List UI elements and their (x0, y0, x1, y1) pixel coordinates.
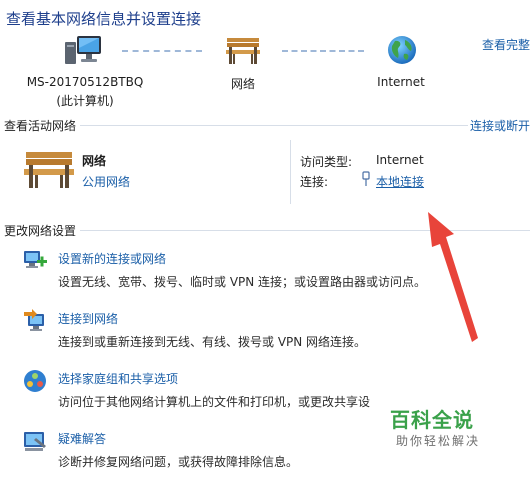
watermark: 百科全说 助你轻松解决 (382, 400, 496, 456)
link-network-internet (282, 50, 364, 52)
homegroup-sharing-link[interactable]: 选择家庭组和共享选项 (58, 370, 178, 387)
view-full-map-link[interactable]: 查看完整 (482, 36, 530, 53)
connect-network-icon (22, 308, 48, 334)
access-type-label: 访问类型: (300, 155, 353, 169)
homegroup-icon (22, 368, 48, 394)
connect-to-network-desc: 连接到或重新连接到无线、有线、拨号或 VPN 网络连接。 (58, 335, 367, 349)
computer-subtitle: (此计算机) (56, 94, 114, 108)
new-connection-icon (22, 248, 48, 274)
watermark-title: 百科全说 (390, 408, 474, 432)
watermark-subtitle: 助你轻松解决 (396, 434, 481, 448)
panel-separator (290, 140, 291, 204)
troubleshoot-desc: 诊断并修复网络问题，或获得故障排除信息。 (58, 455, 299, 469)
setup-new-connection-desc: 设置无线、宽带、拨号、临时或 VPN 连接；或设置路由器或访问点。 (58, 275, 427, 289)
internet-node-label: Internet (377, 75, 425, 89)
link-computer-network (122, 50, 202, 52)
change-settings-title: 更改网络设置 (4, 224, 77, 238)
park-bench-icon[interactable] (224, 36, 262, 66)
homegroup-sharing-desc: 访问位于其他网络计算机上的文件和打印机，或更改共享设 (58, 395, 371, 409)
active-network-name: 网络 (82, 154, 107, 168)
annotation-arrow (428, 212, 478, 342)
local-connection-link[interactable]: 本地连接 (376, 173, 424, 190)
globe-icon[interactable] (386, 34, 418, 66)
connect-disconnect-link[interactable]: 连接或断开 (470, 117, 530, 134)
network-type-link[interactable]: 公用网络 (82, 173, 130, 190)
ethernet-icon (360, 171, 372, 187)
troubleshoot-icon (22, 428, 48, 454)
troubleshoot-link[interactable]: 疑难解答 (58, 430, 106, 447)
computer-icon[interactable] (64, 34, 104, 68)
setup-new-connection-link[interactable]: 设置新的连接或网络 (58, 250, 166, 267)
connection-label: 连接: (300, 175, 329, 189)
section-divider (80, 125, 468, 126)
park-bench-icon (22, 150, 76, 190)
active-networks-title: 查看活动网络 (4, 119, 77, 133)
access-type-value: Internet (376, 153, 424, 167)
computer-name: MS-20170512BTBQ (26, 75, 144, 89)
connect-to-network-link[interactable]: 连接到网络 (58, 310, 118, 327)
network-node-label: 网络 (230, 77, 255, 91)
page-title: 查看基本网络信息并设置连接 (6, 10, 202, 28)
